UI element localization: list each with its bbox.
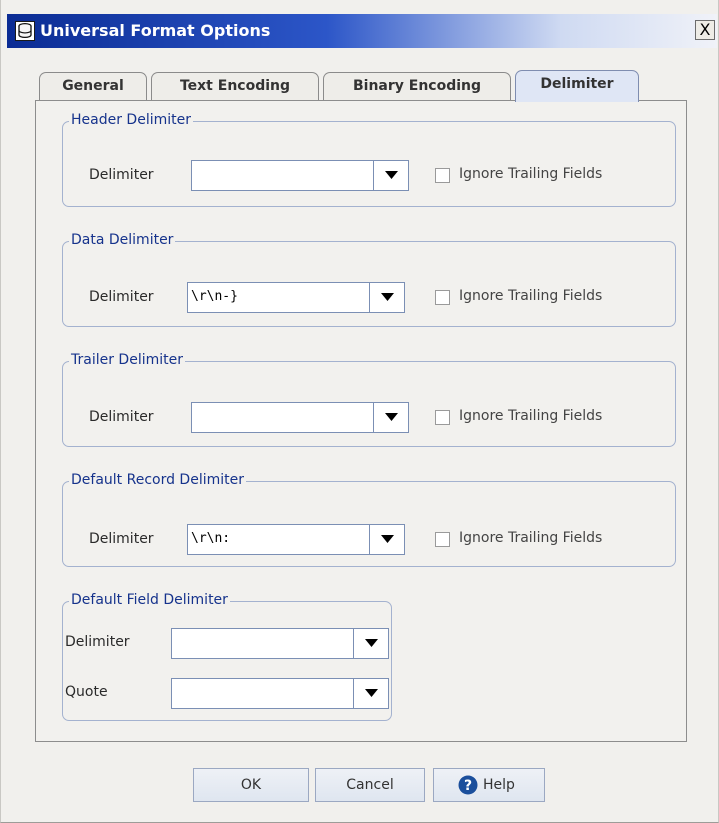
- delimiter-label: Delimiter: [89, 409, 154, 425]
- tab-text-encoding-label: Text Encoding: [179, 78, 291, 94]
- group-title: Trailer Delimiter: [69, 352, 185, 368]
- trailer-delimiter-select[interactable]: [191, 402, 409, 433]
- dialog-window: Universal Format Options X General Text …: [0, 0, 719, 823]
- tab-binary-encoding[interactable]: Binary Encoding: [323, 72, 511, 100]
- dropdown-button[interactable]: [353, 679, 388, 708]
- group-title: Header Delimiter: [69, 112, 193, 128]
- tab-panel-delimiter: Header Delimiter Delimiter Ignore Traili…: [35, 100, 687, 742]
- dropdown-button[interactable]: [353, 629, 388, 658]
- checkbox-label: Ignore Trailing Fields: [459, 288, 603, 304]
- checkbox-box[interactable]: [435, 410, 450, 425]
- tab-delimiter-label: Delimiter: [540, 76, 614, 92]
- group-title: Default Record Delimiter: [69, 472, 246, 488]
- checkbox-label: Ignore Trailing Fields: [459, 166, 603, 182]
- combo-value: \r\n-}: [191, 289, 238, 304]
- combo-value: \r\n:: [191, 531, 231, 546]
- tab-general[interactable]: General: [39, 72, 147, 100]
- delimiter-label: Delimiter: [65, 634, 130, 650]
- field-quote-select[interactable]: [171, 678, 389, 709]
- help-icon: ?: [458, 775, 478, 795]
- close-button[interactable]: X: [695, 20, 715, 40]
- chevron-down-icon: [365, 639, 378, 647]
- delimiter-label: Delimiter: [89, 289, 154, 305]
- dropdown-button[interactable]: [373, 161, 408, 190]
- database-icon: [15, 21, 35, 41]
- checkbox-label: Ignore Trailing Fields: [459, 530, 603, 546]
- help-button[interactable]: ? Help: [433, 768, 545, 802]
- checkbox-label: Ignore Trailing Fields: [459, 408, 603, 424]
- delimiter-label: Delimiter: [89, 531, 154, 547]
- chevron-down-icon: [381, 293, 394, 301]
- header-delimiter-select[interactable]: [191, 160, 409, 191]
- field-delimiter-select[interactable]: [171, 628, 389, 659]
- checkbox-box[interactable]: [435, 168, 450, 183]
- quote-label: Quote: [65, 684, 108, 700]
- chevron-down-icon: [381, 535, 394, 543]
- title-bar[interactable]: Universal Format Options X: [7, 14, 717, 48]
- group-title: Default Field Delimiter: [69, 592, 230, 608]
- delimiter-label: Delimiter: [89, 167, 154, 183]
- checkbox-box[interactable]: [435, 532, 450, 547]
- cancel-button-label: Cancel: [346, 777, 394, 793]
- tab-text-encoding[interactable]: Text Encoding: [151, 72, 319, 100]
- chevron-down-icon: [385, 171, 398, 179]
- trailer-delimiter-group: Trailer Delimiter Delimiter Ignore Trail…: [62, 352, 676, 447]
- dropdown-button[interactable]: [369, 283, 404, 312]
- window-title: Universal Format Options: [40, 21, 271, 40]
- tab-general-label: General: [62, 78, 124, 94]
- cancel-button[interactable]: Cancel: [315, 768, 425, 802]
- checkbox-box[interactable]: [435, 290, 450, 305]
- record-delimiter-select[interactable]: \r\n:: [187, 524, 405, 555]
- tab-delimiter[interactable]: Delimiter: [515, 70, 639, 102]
- ok-button-label: OK: [240, 777, 262, 793]
- dropdown-button[interactable]: [369, 525, 404, 554]
- header-delimiter-group: Header Delimiter Delimiter Ignore Traili…: [62, 112, 676, 207]
- tab-binary-encoding-label: Binary Encoding: [352, 78, 482, 94]
- close-icon: X: [699, 20, 711, 39]
- data-delimiter-select[interactable]: \r\n-}: [187, 282, 405, 313]
- group-title: Data Delimiter: [69, 232, 176, 248]
- chevron-down-icon: [385, 413, 398, 421]
- field-delimiter-group: Default Field Delimiter Delimiter Quote: [62, 592, 392, 721]
- help-button-label: Help: [483, 777, 515, 793]
- ok-button[interactable]: OK: [193, 768, 309, 802]
- record-delimiter-group: Default Record Delimiter Delimiter \r\n:…: [62, 472, 676, 567]
- dropdown-button[interactable]: [373, 403, 408, 432]
- chevron-down-icon: [365, 689, 378, 697]
- data-delimiter-group: Data Delimiter Delimiter \r\n-} Ignore T…: [62, 232, 676, 327]
- svg-text:?: ?: [464, 778, 472, 794]
